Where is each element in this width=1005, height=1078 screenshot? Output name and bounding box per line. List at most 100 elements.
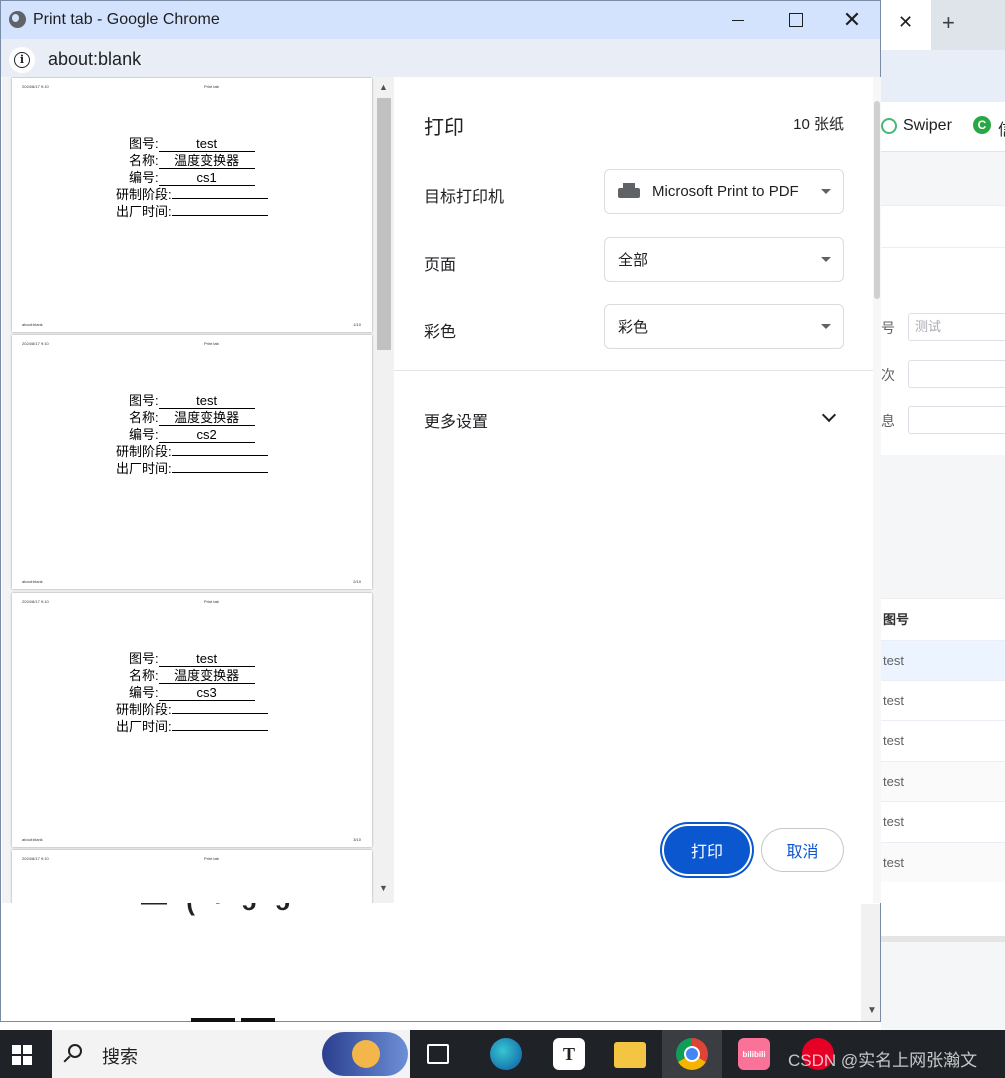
info-icon: i xyxy=(14,52,30,68)
sheet-count: 10 张纸 xyxy=(793,116,844,133)
table-row[interactable]: test xyxy=(881,720,1005,760)
page-content-behind-dialog xyxy=(2,904,861,1021)
page-header-title: Print tab xyxy=(204,84,219,89)
bookmark-swiper[interactable]: Swiper xyxy=(881,117,952,135)
page-header-date: 2024/8/17 9:10 xyxy=(22,341,49,346)
minimize-button[interactable] xyxy=(709,1,767,39)
field-factory-time: 出厂时间: xyxy=(116,716,268,735)
field-label: 编号: xyxy=(129,685,159,700)
taskbar-search-box[interactable]: 搜索 xyxy=(52,1030,410,1078)
cancel-button[interactable]: 取消 xyxy=(761,828,844,872)
page-header-title: Print tab xyxy=(204,856,219,861)
background-divider xyxy=(881,936,1005,942)
print-popup-window: Print tab - Google Chrome ✕ i about:blan… xyxy=(0,0,881,1022)
color-value: 彩色 xyxy=(618,319,649,336)
preview-page: 2024/8/17 9:10 Print tab xyxy=(12,850,372,903)
pages-label: 页面 xyxy=(424,257,457,274)
bookmark-c-icon[interactable]: C xyxy=(973,116,991,134)
field-label: 图号: xyxy=(129,136,159,151)
site-info-button[interactable]: i xyxy=(9,47,35,73)
field-label: 出厂时间: xyxy=(116,204,172,219)
obscured-page-bars xyxy=(191,1018,281,1022)
page-scrollbar[interactable] xyxy=(861,904,880,1021)
dropdown-arrow-icon xyxy=(821,189,831,194)
field-value xyxy=(171,730,268,731)
swiper-icon xyxy=(881,118,897,134)
preview-scrollbar[interactable]: ▲ ▼ xyxy=(375,77,393,903)
field-label: 图号: xyxy=(129,651,159,666)
destination-value: Microsoft Print to PDF xyxy=(652,183,799,200)
color-label: 彩色 xyxy=(424,324,457,341)
preview-scrollbar-thumb[interactable] xyxy=(377,98,391,350)
print-button[interactable]: 打印 xyxy=(664,826,750,874)
print-preview[interactable]: 2024/8/17 9:10 Print tab 图号: test 名称: 温度变换… xyxy=(2,77,394,903)
more-settings-toggle[interactable]: 更多设置 xyxy=(424,408,488,432)
page-footer-number: 3/10 xyxy=(353,837,361,842)
chevron-down-icon[interactable] xyxy=(821,407,837,423)
printer-icon xyxy=(618,182,640,201)
search-placeholder: 搜索 xyxy=(102,1047,138,1067)
page-header-title: Print tab xyxy=(204,599,219,604)
field-value xyxy=(171,198,268,199)
search-highlight-moon-icon[interactable] xyxy=(322,1032,408,1076)
form-input[interactable] xyxy=(908,406,1005,434)
field-value xyxy=(171,472,268,473)
file-explorer-icon[interactable] xyxy=(614,1042,646,1068)
tab-close-icon[interactable]: ✕ xyxy=(898,12,913,33)
destination-select[interactable]: Microsoft Print to PDF xyxy=(604,169,844,214)
maximize-button[interactable] xyxy=(767,1,825,39)
chrome-icon[interactable] xyxy=(676,1038,708,1070)
popup-titlebar[interactable]: Print tab - Google Chrome ✕ xyxy=(1,1,880,39)
pages-select[interactable]: 全部 xyxy=(604,237,844,282)
windows-start-icon[interactable] xyxy=(12,1045,32,1065)
address-text[interactable]: about:blank xyxy=(48,49,141,70)
table-row[interactable]: test xyxy=(881,801,1005,841)
bilibili-icon[interactable]: bilibili xyxy=(738,1038,770,1070)
edge-icon[interactable] xyxy=(490,1038,522,1070)
page-footer-url: about:blank xyxy=(22,322,43,327)
bookmark-label: Swiper xyxy=(903,117,952,134)
dropdown-arrow-icon xyxy=(821,257,831,262)
address-bar[interactable]: i about:blank xyxy=(1,39,880,77)
table-row[interactable]: test xyxy=(881,842,1005,882)
settings-scrollbar-thumb[interactable] xyxy=(874,101,880,299)
field-label: 图号: xyxy=(129,393,159,408)
field-label: 出厂时间: xyxy=(116,719,172,734)
page-header-title: Print tab xyxy=(204,341,219,346)
field-factory-time: 出厂时间: xyxy=(116,201,268,220)
preview-page: 2024/8/17 9:10 Print tab 图号: test 名称: 温度变换… xyxy=(12,593,372,847)
bookmark-label-truncated[interactable]: 信 xyxy=(998,116,1005,140)
form-input[interactable]: 测试 xyxy=(908,313,1005,341)
task-view-icon[interactable] xyxy=(427,1044,449,1064)
field-label: 编号: xyxy=(129,427,159,442)
field-label: 研制阶段: xyxy=(116,702,172,717)
table-row[interactable]: test xyxy=(881,761,1005,801)
scroll-down-arrow-icon[interactable]: ▼ xyxy=(379,883,388,893)
field-value xyxy=(171,455,268,456)
page-header-date: 2024/8/17 9:10 xyxy=(22,84,49,89)
page-footer-number: 2/10 xyxy=(353,579,361,584)
form-label: 息 xyxy=(881,413,895,429)
typora-icon[interactable]: T xyxy=(553,1038,585,1070)
csdn-watermark: CSDN @实名上网张瀚文 xyxy=(788,1051,978,1070)
pages-value: 全部 xyxy=(618,252,649,269)
table-row[interactable]: test xyxy=(881,680,1005,720)
destination-label: 目标打印机 xyxy=(424,189,505,206)
page-header-date: 2024/8/17 9:10 xyxy=(22,856,49,861)
form-input[interactable] xyxy=(908,360,1005,388)
globe-icon xyxy=(9,11,26,28)
dropdown-arrow-icon xyxy=(821,324,831,329)
color-select[interactable]: 彩色 xyxy=(604,304,844,349)
scroll-up-arrow-icon[interactable]: ▲ xyxy=(379,82,388,92)
background-omnibox[interactable] xyxy=(881,50,1005,102)
popup-title: Print tab - Google Chrome xyxy=(33,11,220,28)
close-button[interactable]: ✕ xyxy=(823,1,881,39)
scroll-down-arrow-icon[interactable]: ▼ xyxy=(867,1005,877,1016)
page-footer-url: about:blank xyxy=(22,579,43,584)
field-value xyxy=(171,215,268,216)
table-row[interactable]: test xyxy=(881,640,1005,680)
field-label: 名称: xyxy=(129,668,159,683)
field-label: 研制阶段: xyxy=(116,187,172,202)
field-label: 出厂时间: xyxy=(116,461,172,476)
new-tab-button[interactable]: + xyxy=(942,10,955,36)
